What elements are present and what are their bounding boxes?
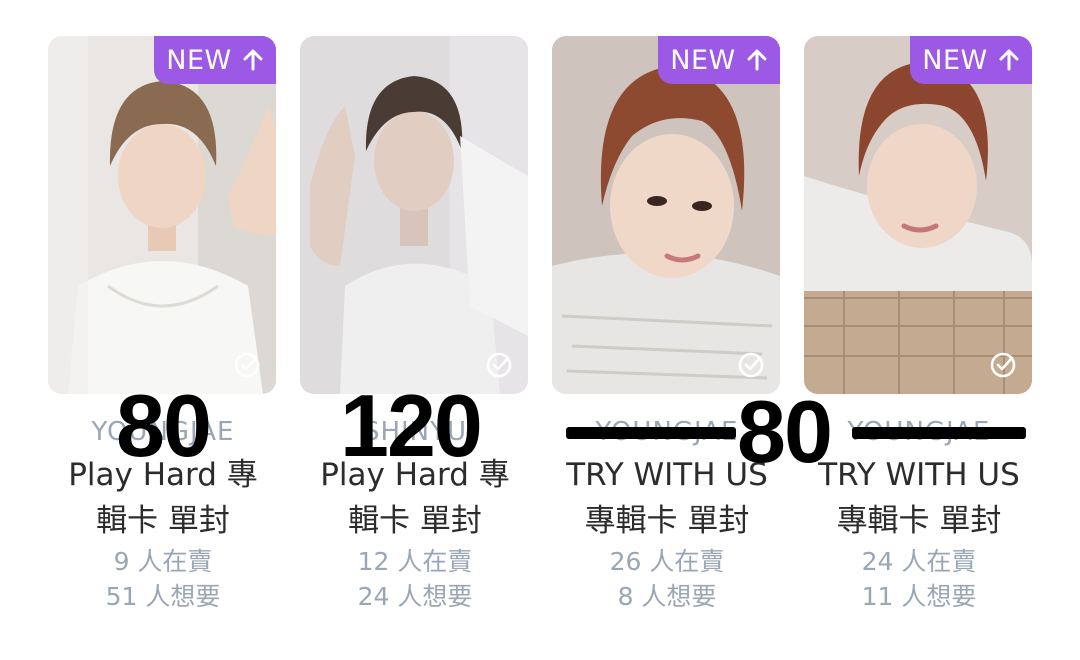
sellers-count: 24 人在賣 (861, 547, 977, 576)
card-title: TRY WITH US 專輯卡 單封 (804, 452, 1034, 544)
new-badge: NEW (154, 36, 276, 84)
arrow-up-icon (999, 49, 1019, 71)
sellers-count: 12 人在賣 (357, 547, 473, 576)
new-badge-label: NEW (166, 44, 232, 76)
photocard-image[interactable]: NEW (48, 36, 276, 394)
new-badge: NEW (910, 36, 1032, 84)
card-title-line: TRY WITH US (818, 457, 1020, 493)
wanters-count: 24 人想要 (357, 582, 473, 611)
card-title-line: 輯卡 單封 (348, 503, 482, 539)
photo-placeholder (300, 36, 528, 394)
wanters-count: 51 人想要 (105, 582, 221, 611)
card-title-line: 輯卡 單封 (96, 503, 230, 539)
photocard-item[interactable]: NEW YOUNGJAE TRY WITH US 專輯卡 單封 24 人在賣 1… (804, 36, 1034, 614)
new-badge-label: NEW (922, 44, 988, 76)
strike-line (566, 427, 736, 439)
wanters-count: 8 人想要 (617, 582, 717, 611)
check-circle-icon[interactable] (484, 350, 514, 380)
price-annotation: 120 (340, 376, 483, 475)
arrow-up-icon (243, 49, 263, 71)
photo-placeholder (48, 36, 276, 394)
strike-line (852, 427, 1026, 439)
price-annotation: 80 (116, 376, 212, 475)
check-circle-icon[interactable] (736, 350, 766, 380)
card-title-line: 專輯卡 單封 (836, 503, 1002, 539)
sellers-count: 26 人在賣 (609, 547, 725, 576)
wanters-count: 11 人想要 (861, 582, 977, 611)
price-annotation: 80 (737, 382, 833, 481)
new-badge: NEW (658, 36, 780, 84)
new-badge-label: NEW (670, 44, 736, 76)
photo-placeholder (552, 36, 780, 394)
photocard-item[interactable]: NEW YOUNGJAE TRY WITH US 專輯卡 單封 26 人在賣 8… (552, 36, 782, 614)
photocard-item[interactable]: NEW YOUNGJAE Play Hard 專 輯卡 單封 9 人在賣 51 … (48, 36, 278, 614)
check-circle-icon[interactable] (988, 350, 1018, 380)
photocard-image[interactable]: NEW (804, 36, 1032, 394)
photo-placeholder (804, 36, 1032, 394)
photocard-item[interactable]: SHINYU Play Hard 專 輯卡 單封 12 人在賣 24 人想要 (300, 36, 530, 614)
photocard-image[interactable] (300, 36, 528, 394)
arrow-up-icon (747, 49, 767, 71)
sellers-count: 9 人在賣 (113, 547, 213, 576)
photocard-grid: NEW YOUNGJAE Play Hard 專 輯卡 單封 9 人在賣 51 … (0, 0, 1080, 660)
photocard-image[interactable]: NEW (552, 36, 780, 394)
card-title-line: 專輯卡 單封 (584, 503, 750, 539)
check-circle-icon[interactable] (232, 350, 262, 380)
